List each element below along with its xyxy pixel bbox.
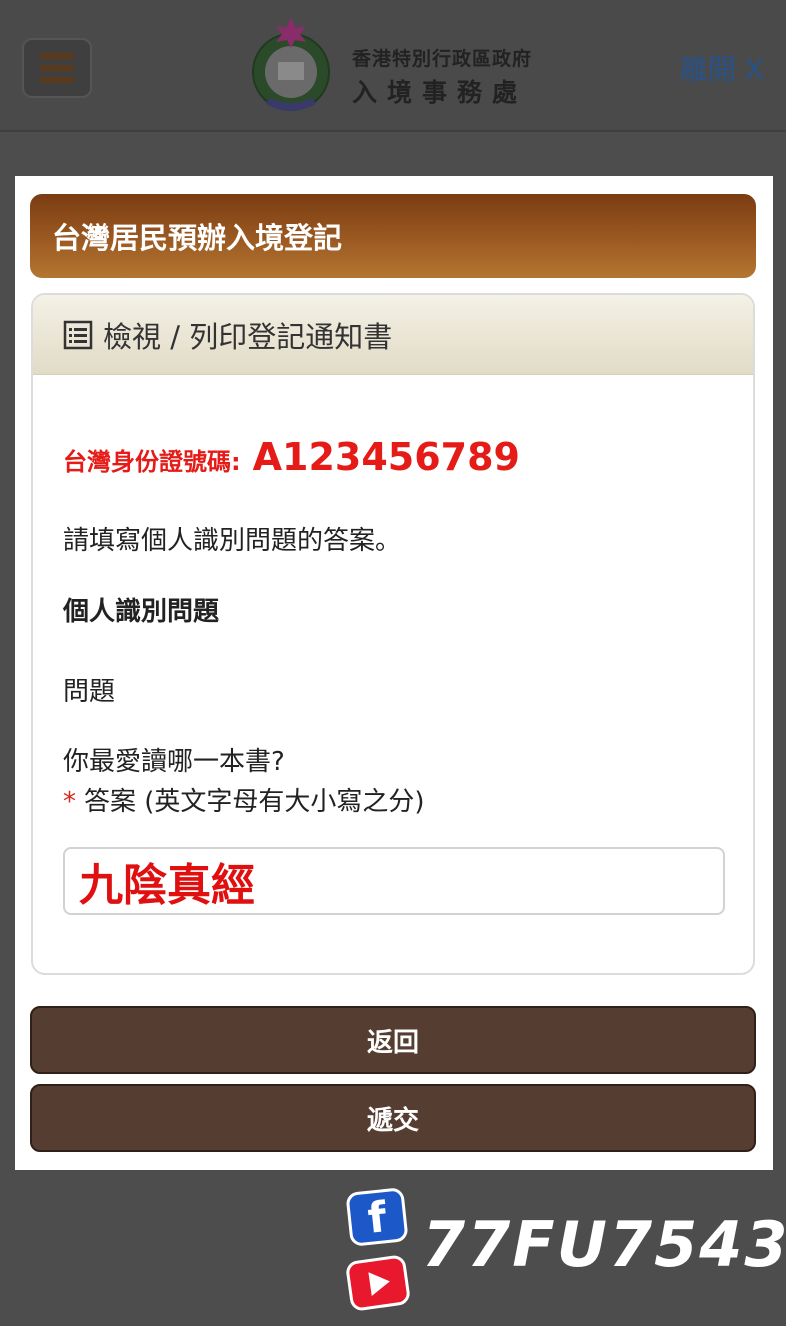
immigration-emblem-icon	[252, 18, 330, 111]
answer-label-row: * 答案 (英文字母有大小寫之分)	[63, 781, 425, 818]
org-name: 香港特別行政區政府 入境事務處	[352, 44, 532, 109]
question-label: 問題	[63, 677, 116, 707]
org-name-line1: 香港特別行政區政府	[352, 48, 533, 70]
answer-label: 答案 (英文字母有大小寫之分)	[84, 787, 425, 817]
menu-button[interactable]	[22, 38, 92, 98]
youtube-icon	[344, 1254, 412, 1312]
question-text: 你最愛讀哪一本書?	[63, 747, 285, 777]
leave-link[interactable]: 離開 X	[680, 48, 764, 88]
facebook-icon: f	[345, 1187, 409, 1247]
instruction-text: 請填寫個人識別問題的答案。	[63, 526, 402, 556]
id-number-value: A123456789	[252, 435, 520, 479]
main-panel: 台灣居民預辦入境登記 檢視 / 列印登記通知書 台灣身份證號碼: A123456…	[15, 176, 773, 1170]
org-name-line2: 入境事務處	[352, 78, 528, 107]
notice-card: 檢視 / 列印登記通知書 台灣身份證號碼: A123456789 請填寫個人識別…	[31, 293, 755, 975]
id-number-label: 台灣身份證號碼:	[63, 448, 241, 476]
answer-input[interactable]	[63, 847, 725, 915]
back-button[interactable]: 返回	[30, 1006, 756, 1074]
required-mark: *	[63, 787, 76, 817]
site-header: 香港特別行政區政府 入境事務處 離開 X	[0, 0, 786, 132]
hamburger-icon	[40, 53, 74, 59]
section-title: 個人識別問題	[63, 597, 220, 627]
card-heading: 檢視 / 列印登記通知書	[103, 319, 393, 354]
list-icon	[63, 320, 93, 349]
card-header: 檢視 / 列印登記通知書	[33, 295, 753, 375]
submit-button[interactable]: 遞交	[30, 1084, 756, 1152]
id-number-row: 台灣身份證號碼: A123456789	[63, 435, 520, 479]
page-title: 台灣居民預辦入境登記	[30, 194, 756, 278]
watermark-handle: 77FU7543	[422, 1208, 786, 1281]
